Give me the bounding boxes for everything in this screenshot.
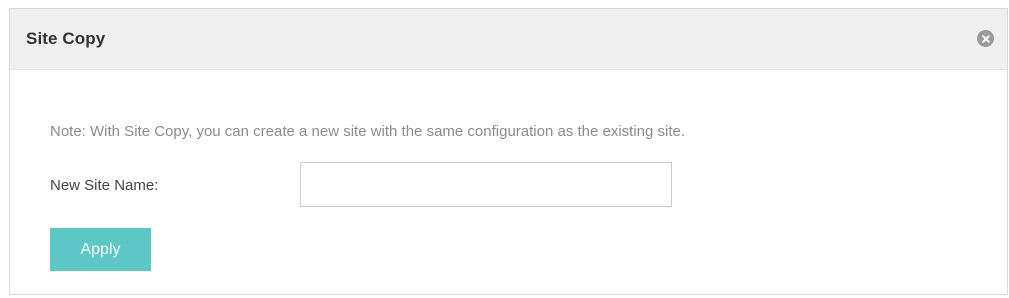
apply-button[interactable]: Apply: [50, 228, 151, 271]
dialog-titlebar: Site Copy: [10, 9, 1007, 70]
close-icon[interactable]: [977, 30, 994, 47]
site-copy-note: Note: With Site Copy, you can create a n…: [50, 123, 686, 140]
new-site-name-input[interactable]: [300, 162, 672, 207]
dialog-title: Site Copy: [26, 29, 106, 48]
site-copy-dialog: Site Copy Note: With Site Copy, you can …: [9, 8, 1008, 295]
new-site-name-label: New Site Name:: [50, 177, 159, 194]
